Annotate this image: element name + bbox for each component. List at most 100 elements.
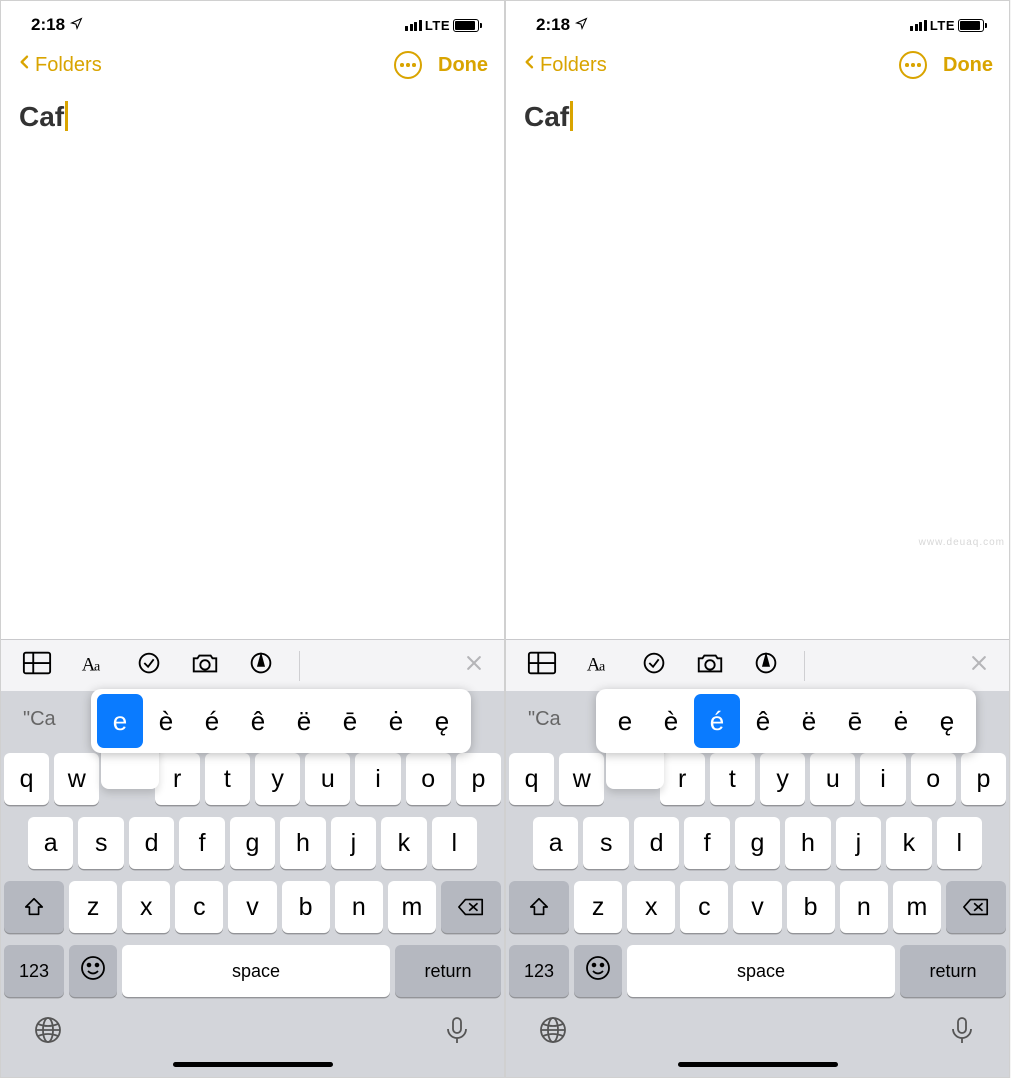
return-key[interactable]: return: [395, 945, 501, 997]
done-button[interactable]: Done: [943, 54, 993, 77]
accent-option[interactable]: è: [143, 694, 189, 748]
key-y[interactable]: y: [255, 753, 300, 805]
shift-key[interactable]: [4, 881, 64, 933]
space-key[interactable]: space: [627, 945, 895, 997]
done-button[interactable]: Done: [438, 54, 488, 77]
checklist-button[interactable]: [626, 646, 682, 686]
key-i[interactable]: i: [355, 753, 400, 805]
key-k[interactable]: k: [886, 817, 931, 869]
accent-option[interactable]: ê: [740, 694, 786, 748]
key-p[interactable]: p: [961, 753, 1006, 805]
format-button[interactable]: Aa: [570, 646, 626, 686]
accent-option[interactable]: ē: [832, 694, 878, 748]
key-w[interactable]: w: [54, 753, 99, 805]
delete-key[interactable]: [946, 881, 1006, 933]
key-a[interactable]: a: [28, 817, 73, 869]
accent-option[interactable]: ê: [235, 694, 281, 748]
accent-option[interactable]: ę: [924, 694, 970, 748]
key-p[interactable]: p: [456, 753, 501, 805]
key-d[interactable]: d: [634, 817, 679, 869]
home-indicator[interactable]: [678, 1062, 838, 1067]
key-c[interactable]: c: [175, 881, 223, 933]
key-s[interactable]: s: [78, 817, 123, 869]
key-f[interactable]: f: [684, 817, 729, 869]
key-v[interactable]: v: [733, 881, 781, 933]
space-key[interactable]: space: [122, 945, 390, 997]
note-editor[interactable]: Caf: [506, 89, 1009, 639]
return-key[interactable]: return: [900, 945, 1006, 997]
key-g[interactable]: g: [230, 817, 275, 869]
key-y[interactable]: y: [760, 753, 805, 805]
key-k[interactable]: k: [381, 817, 426, 869]
key-x[interactable]: x: [627, 881, 675, 933]
key-o[interactable]: o: [911, 753, 956, 805]
back-button[interactable]: Folders: [522, 51, 607, 79]
key-h[interactable]: h: [785, 817, 830, 869]
key-v[interactable]: v: [228, 881, 276, 933]
key-q[interactable]: q: [4, 753, 49, 805]
format-button[interactable]: Aa: [65, 646, 121, 686]
key-s[interactable]: s: [583, 817, 628, 869]
shift-key[interactable]: [509, 881, 569, 933]
key-a[interactable]: a: [533, 817, 578, 869]
key-c[interactable]: c: [680, 881, 728, 933]
key-t[interactable]: t: [710, 753, 755, 805]
globe-key[interactable]: [33, 1015, 63, 1050]
key-r[interactable]: r: [155, 753, 200, 805]
emoji-key[interactable]: [69, 945, 117, 997]
camera-button[interactable]: [177, 646, 233, 686]
dictation-key[interactable]: [442, 1015, 472, 1050]
camera-button[interactable]: [682, 646, 738, 686]
dictation-key[interactable]: [947, 1015, 977, 1050]
accent-option[interactable]: ė: [878, 694, 924, 748]
accent-option[interactable]: ë: [786, 694, 832, 748]
globe-key[interactable]: [538, 1015, 568, 1050]
key-n[interactable]: n: [840, 881, 888, 933]
key-u[interactable]: u: [810, 753, 855, 805]
accent-option[interactable]: e: [602, 694, 648, 748]
more-button[interactable]: [394, 51, 422, 79]
markup-button[interactable]: [738, 646, 794, 686]
note-editor[interactable]: Caf: [1, 89, 504, 639]
accent-option[interactable]: é: [694, 694, 740, 748]
suggestion-partial[interactable]: "Ca: [506, 708, 594, 731]
accent-option[interactable]: ë: [281, 694, 327, 748]
table-button[interactable]: [514, 646, 570, 686]
home-indicator[interactable]: [173, 1062, 333, 1067]
numbers-key[interactable]: 123: [4, 945, 64, 997]
key-u[interactable]: u: [305, 753, 350, 805]
key-h[interactable]: h: [280, 817, 325, 869]
key-i[interactable]: i: [860, 753, 905, 805]
accent-option[interactable]: e: [97, 694, 143, 748]
accent-option[interactable]: ę: [419, 694, 465, 748]
emoji-key[interactable]: [574, 945, 622, 997]
accent-option[interactable]: ė: [373, 694, 419, 748]
more-button[interactable]: [899, 51, 927, 79]
back-button[interactable]: Folders: [17, 51, 102, 79]
markup-button[interactable]: [233, 646, 289, 686]
key-b[interactable]: b: [282, 881, 330, 933]
accent-option[interactable]: è: [648, 694, 694, 748]
numbers-key[interactable]: 123: [509, 945, 569, 997]
key-q[interactable]: q: [509, 753, 554, 805]
key-l[interactable]: l: [937, 817, 982, 869]
table-button[interactable]: [9, 646, 65, 686]
key-g[interactable]: g: [735, 817, 780, 869]
toolbar-close-button[interactable]: [957, 653, 1001, 678]
key-m[interactable]: m: [388, 881, 436, 933]
key-z[interactable]: z: [574, 881, 622, 933]
key-z[interactable]: z: [69, 881, 117, 933]
key-j[interactable]: j: [836, 817, 881, 869]
suggestion-partial[interactable]: "Ca: [1, 708, 89, 731]
key-x[interactable]: x: [122, 881, 170, 933]
accent-option[interactable]: ē: [327, 694, 373, 748]
key-l[interactable]: l: [432, 817, 477, 869]
delete-key[interactable]: [441, 881, 501, 933]
key-w[interactable]: w: [559, 753, 604, 805]
key-d[interactable]: d: [129, 817, 174, 869]
key-j[interactable]: j: [331, 817, 376, 869]
toolbar-close-button[interactable]: [452, 653, 496, 678]
checklist-button[interactable]: [121, 646, 177, 686]
key-b[interactable]: b: [787, 881, 835, 933]
accent-option[interactable]: é: [189, 694, 235, 748]
